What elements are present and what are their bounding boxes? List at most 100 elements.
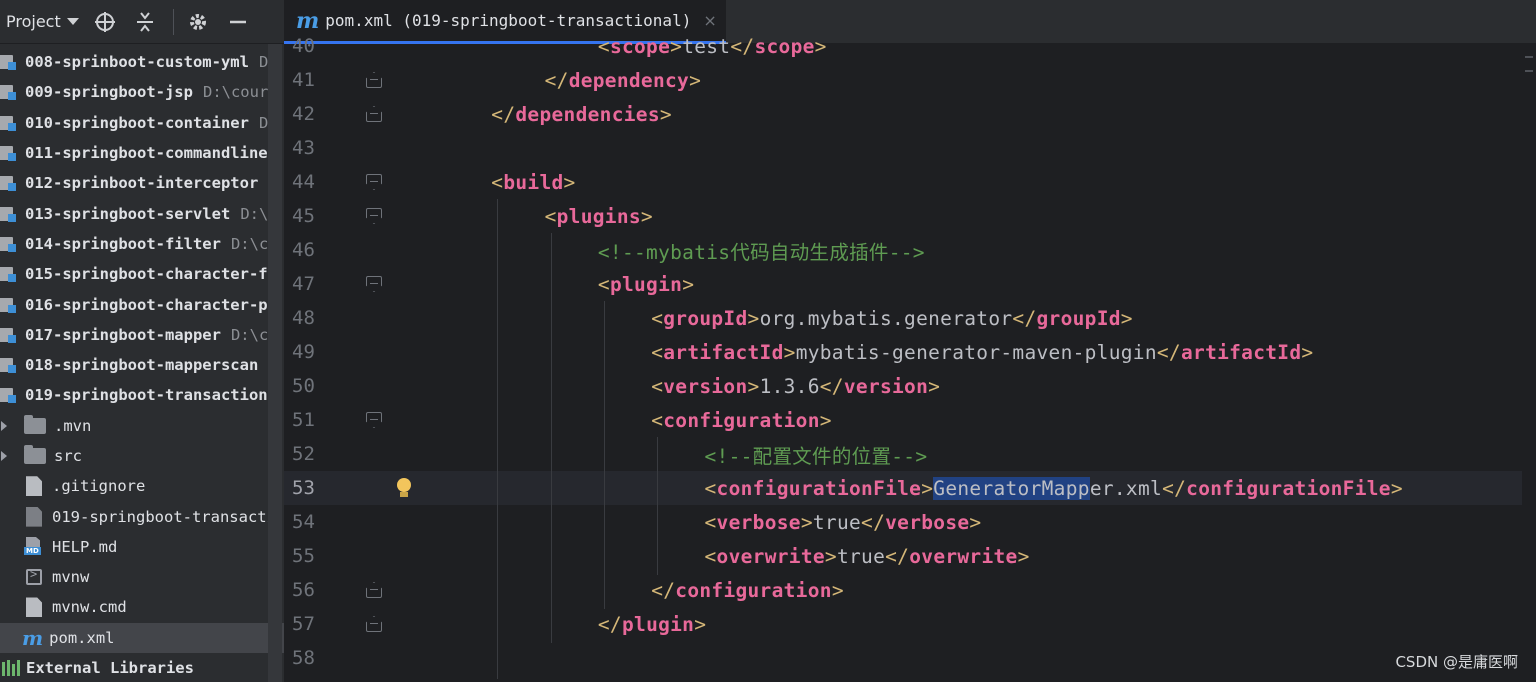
code-line[interactable]: 58 <box>284 641 1536 675</box>
chevron-down-icon[interactable] <box>66 18 79 25</box>
indent-guide <box>550 233 552 643</box>
code-line[interactable]: 46 <!--mybatis代码自动生成插件--> <box>284 233 1536 267</box>
code-line[interactable]: 44 <build> <box>284 165 1536 199</box>
code-line[interactable]: 50 <version>1.3.6</version> <box>284 369 1536 403</box>
tree-item[interactable]: 019-springboot-transactiona <box>0 380 284 410</box>
fold-marker-icon[interactable] <box>366 582 382 598</box>
tree-item[interactable]: 015-springboot-character-fi <box>0 259 284 289</box>
close-icon[interactable]: × <box>703 11 716 30</box>
code-text: <version>1.3.6</version> <box>651 374 941 398</box>
tree-item-label: 012-sprinboot-interceptor <box>25 174 259 193</box>
module-icon <box>0 53 20 71</box>
cmd-file-icon <box>26 597 42 618</box>
line-number: 54 <box>292 511 315 533</box>
tree-item[interactable]: 014-springboot-filter D:\c <box>0 229 284 259</box>
tree-item[interactable]: 012-sprinboot-interceptorI <box>0 168 284 198</box>
code-line[interactable]: 51 <configuration> <box>284 403 1536 437</box>
tree-item-label: 015-springboot-character-fi <box>25 265 277 284</box>
module-icon <box>0 296 20 314</box>
tree-item[interactable]: 016-springboot-character-pr <box>0 289 284 319</box>
code-text: <scope>test</scope> <box>597 34 827 58</box>
fold-marker-icon[interactable] <box>366 174 382 190</box>
code-text: </dependency> <box>544 68 702 92</box>
tree-item[interactable]: External Libraries <box>0 653 284 682</box>
settings-gear-icon[interactable] <box>186 10 210 34</box>
module-icon <box>0 265 20 283</box>
code-line[interactable]: 40 <scope>test</scope> <box>284 29 1536 63</box>
expand-arrow-icon[interactable] <box>1 451 7 461</box>
module-icon <box>0 114 20 132</box>
locate-icon[interactable] <box>93 10 117 34</box>
line-number: 52 <box>292 443 315 465</box>
fold-marker-icon[interactable] <box>366 106 382 122</box>
indent-guide <box>603 301 605 609</box>
tree-item-label: 014-springboot-filter <box>25 234 221 253</box>
tree-item-label: 010-springboot-container <box>25 113 249 132</box>
gitignore-file-icon <box>26 476 42 497</box>
tree-item[interactable]: .gitignore <box>0 471 284 501</box>
tree-item[interactable]: 008-sprinboot-custom-yml D <box>0 47 284 77</box>
tree-item-label: pom.xml <box>49 628 115 647</box>
hide-icon[interactable] <box>226 10 250 34</box>
code-text: <overwrite>true</overwrite> <box>704 544 1030 568</box>
code-line[interactable]: 41 </dependency> <box>284 63 1536 97</box>
expand-arrow-icon[interactable] <box>1 420 7 431</box>
tree-item[interactable]: 011-springboot-commandliner <box>0 138 284 168</box>
tree-item[interactable]: 009-springboot-jsp D:\cours <box>0 77 284 107</box>
tree-item[interactable]: 019-springboot-transacti <box>0 501 284 531</box>
fold-marker-icon[interactable] <box>366 616 382 632</box>
tree-item[interactable]: 010-springboot-container D <box>0 108 284 138</box>
project-tool-window: Project 008-sprinboot-custom-yml D 009-spr… <box>0 0 284 682</box>
code-line[interactable]: 57 </plugin> <box>284 607 1536 641</box>
tree-item[interactable]: HELP.md <box>0 532 284 562</box>
tree-item-label: mvnw.cmd <box>52 598 127 617</box>
fold-marker-icon[interactable] <box>366 72 382 88</box>
lightbulb-icon[interactable] <box>396 478 412 498</box>
code-text: <artifactId>mybatis-generator-maven-plug… <box>651 340 1314 364</box>
tree-item-path: D:\c <box>230 325 269 344</box>
code-text: </plugin> <box>597 612 707 636</box>
code-line[interactable]: 55 <overwrite>true</overwrite> <box>284 539 1536 573</box>
code-line[interactable]: 42 </dependencies> <box>284 97 1536 131</box>
project-scrollbar[interactable] <box>268 44 282 682</box>
code-text: <build> <box>491 170 576 194</box>
code-line[interactable]: 54 <verbose>true</verbose> <box>284 505 1536 539</box>
project-view-selector[interactable]: Project <box>6 12 61 31</box>
fold-marker-icon[interactable] <box>366 208 382 224</box>
code-text: <configurationFile>GeneratorMapper.xml</… <box>704 476 1403 500</box>
code-line[interactable]: 48 <groupId>org.mybatis.generator</groupI… <box>284 301 1536 335</box>
tree-item-label: 011-springboot-commandliner <box>25 144 277 163</box>
code-line[interactable]: 56 </configuration> <box>284 573 1536 607</box>
tree-item[interactable]: .mvn <box>0 411 284 441</box>
tree-item[interactable]: mvnw <box>0 562 284 592</box>
code-line[interactable]: 43 <box>284 131 1536 165</box>
tree-item-label: 016-springboot-character-pr <box>25 295 277 314</box>
tree-item[interactable]: mvnw.cmd <box>0 592 284 622</box>
tree-item-label: 017-springboot-mapper <box>25 325 221 344</box>
tree-item-label: .mvn <box>54 416 92 435</box>
fold-marker-icon[interactable] <box>366 412 382 428</box>
tree-item-label: 018-springboot-mapperscan <box>25 356 259 375</box>
collapse-all-icon[interactable] <box>133 10 157 34</box>
module-icon <box>0 386 20 404</box>
code-line[interactable]: 49 <artifactId>mybatis-generator-maven-pl… <box>284 335 1536 369</box>
tree-item-label: HELP.md <box>52 537 118 556</box>
code-line[interactable]: 47 <plugin> <box>284 267 1536 301</box>
watermark: CSDN @是庸医啊 <box>1395 653 1518 671</box>
tree-item[interactable]: 018-springboot-mapperscanI <box>0 350 284 380</box>
fold-marker-icon[interactable] <box>366 276 382 292</box>
tree-item[interactable]: 013-springboot-servlet D:\ <box>0 198 284 228</box>
tree-item-label: .gitignore <box>52 477 146 496</box>
maven-icon: m <box>22 625 44 650</box>
line-number: 40 <box>292 35 315 57</box>
tree-item-label: 019-springboot-transacti <box>52 507 276 526</box>
line-number: 53 <box>292 477 315 499</box>
code-area[interactable]: 40 <scope>test</scope> 41 </dependency> 42 </… <box>284 35 1536 682</box>
code-line[interactable]: 52 <!--配置文件的位置--> <box>284 437 1536 471</box>
code-line[interactable]: 45 <plugins> <box>284 199 1536 233</box>
tree-item[interactable]: m pom.xml <box>0 622 284 653</box>
tree-item[interactable]: src <box>0 441 284 471</box>
code-line[interactable]: 53 <configurationFile>GeneratorMapper.xml… <box>284 471 1536 505</box>
library-icon <box>2 660 20 677</box>
tree-item[interactable]: 017-springboot-mapper D:\c <box>0 320 284 350</box>
